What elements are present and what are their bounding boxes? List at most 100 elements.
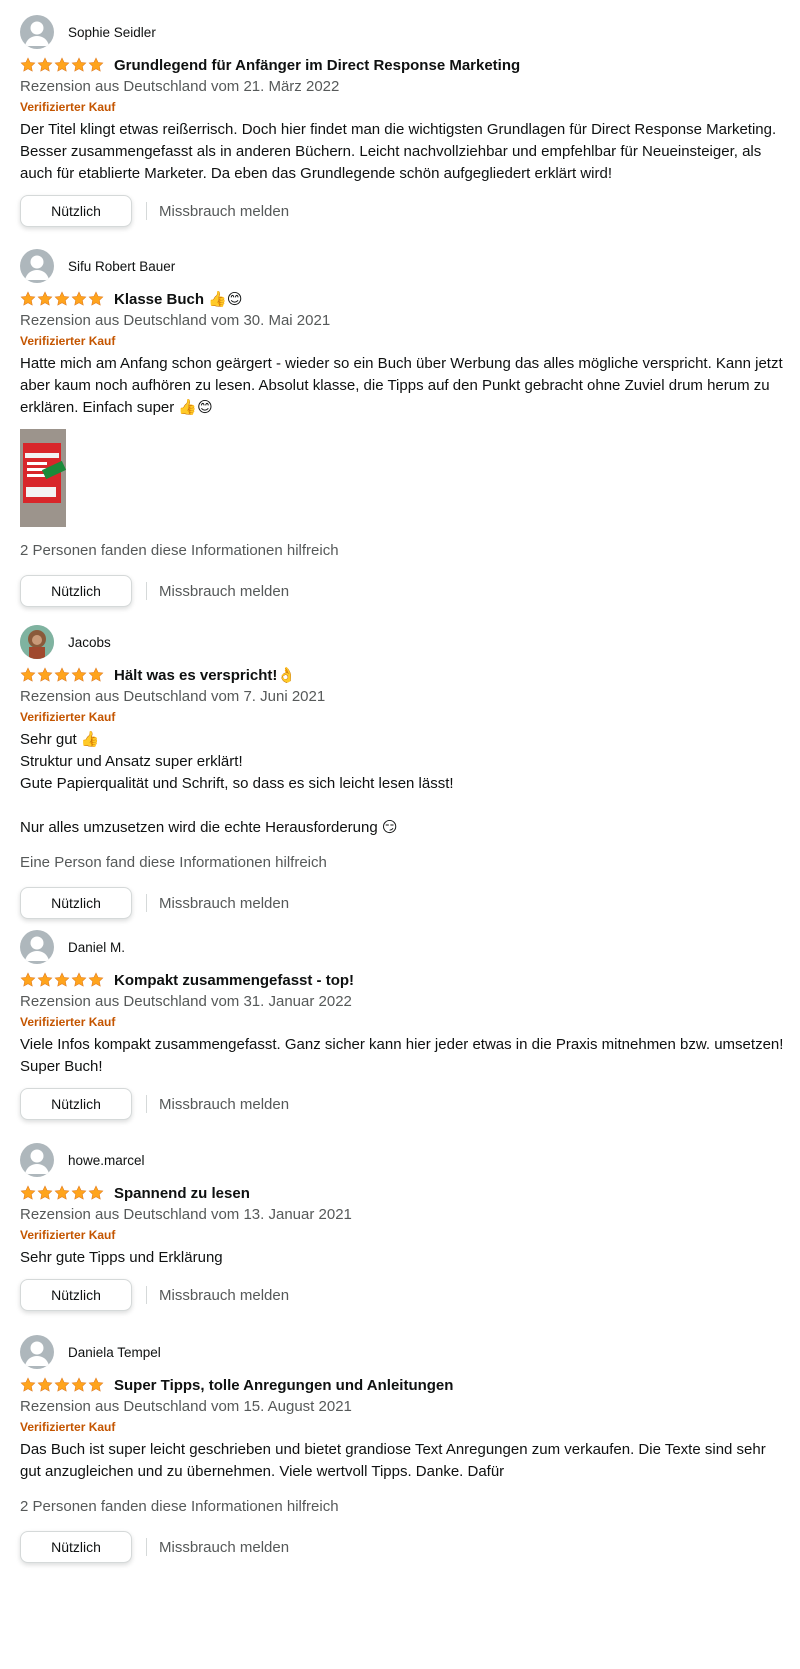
- helpful-button[interactable]: Nützlich: [20, 1531, 132, 1563]
- star-rating[interactable]: [20, 1377, 104, 1393]
- verified-purchase-badge[interactable]: Verifizierter Kauf: [20, 1014, 790, 1030]
- author-name[interactable]: Jacobs: [68, 635, 111, 650]
- rating-title-row: Super Tipps, tolle Anregungen und Anleit…: [20, 1374, 790, 1396]
- review-actions: Nützlich Missbrauch melden: [20, 1277, 790, 1313]
- star-icon: [20, 1377, 36, 1393]
- reviewer-profile[interactable]: howe.marcel: [20, 1142, 790, 1178]
- review-actions: Nützlich Missbrauch melden: [20, 193, 790, 229]
- review-date: Rezension aus Deutschland vom 15. August…: [20, 1398, 352, 1415]
- author-name[interactable]: Daniela Tempel: [68, 1345, 161, 1360]
- star-rating[interactable]: [20, 667, 104, 683]
- avatar-icon: [20, 249, 54, 283]
- helpful-button[interactable]: Nützlich: [20, 1279, 132, 1311]
- helpful-button[interactable]: Nützlich: [20, 887, 132, 919]
- helpful-button[interactable]: Nützlich: [20, 195, 132, 227]
- star-icon: [20, 972, 36, 988]
- review-actions: Nützlich Missbrauch melden: [20, 1529, 790, 1565]
- report-abuse-link[interactable]: Missbrauch melden: [159, 203, 289, 220]
- star-rating[interactable]: [20, 57, 104, 73]
- review-body-line: Gute Papierqualität und Schrift, so dass…: [20, 775, 454, 792]
- reviewer-profile[interactable]: Daniel M.: [20, 929, 790, 965]
- star-icon: [54, 57, 70, 73]
- review-date: Rezension aus Deutschland vom 13. Januar…: [20, 1206, 352, 1223]
- report-abuse-link[interactable]: Missbrauch melden: [159, 1287, 289, 1304]
- review-date: Rezension aus Deutschland vom 21. März 2…: [20, 78, 340, 95]
- star-icon: [71, 1185, 87, 1201]
- star-icon: [71, 667, 87, 683]
- report-abuse-link[interactable]: Missbrauch melden: [159, 583, 289, 600]
- avatar-icon: [20, 1143, 54, 1177]
- reviewer-profile[interactable]: Sifu Robert Bauer: [20, 248, 790, 284]
- verified-purchase-badge[interactable]: Verifizierter Kauf: [20, 333, 790, 349]
- author-name[interactable]: Sifu Robert Bauer: [68, 259, 175, 274]
- review-body: Viele Infos kompakt zusammengefasst. Gan…: [20, 1034, 790, 1078]
- star-icon: [54, 1185, 70, 1201]
- review-body-line: Viele Infos kompakt zusammengefasst. Gan…: [20, 1036, 784, 1075]
- verified-purchase-badge[interactable]: Verifizierter Kauf: [20, 709, 790, 725]
- reviewer-profile[interactable]: Daniela Tempel: [20, 1334, 790, 1370]
- helpful-count: Eine Person fand diese Informationen hil…: [20, 854, 327, 871]
- verified-purchase-badge[interactable]: Verifizierter Kauf: [20, 99, 790, 115]
- helpful-button[interactable]: Nützlich: [20, 1088, 132, 1120]
- star-icon: [20, 667, 36, 683]
- review-title[interactable]: Super Tipps, tolle Anregungen und Anleit…: [114, 1377, 453, 1394]
- star-icon: [71, 57, 87, 73]
- star-icon: [20, 1185, 36, 1201]
- star-icon: [88, 1377, 104, 1393]
- review-body-line: Struktur und Ansatz super erklärt!: [20, 753, 243, 770]
- verified-purchase-badge[interactable]: Verifizierter Kauf: [20, 1419, 790, 1435]
- review-title[interactable]: Kompakt zusammengefasst - top!: [114, 972, 354, 989]
- star-icon: [37, 1185, 53, 1201]
- review-item: Jacobs Hält was es verspricht!👌 Rezension …: [20, 624, 790, 921]
- review-item: Sophie Seidler Grundlegend für Anfänger i…: [20, 14, 790, 229]
- star-icon: [54, 291, 70, 307]
- rating-title-row: Hält was es verspricht!👌: [20, 664, 790, 686]
- review-item: Sifu Robert Bauer Klasse Buch 👍😊 Rezension…: [20, 248, 790, 609]
- star-icon: [88, 291, 104, 307]
- star-icon: [71, 1377, 87, 1393]
- report-abuse-link[interactable]: Missbrauch melden: [159, 895, 289, 912]
- review-title[interactable]: Klasse Buch 👍😊: [114, 290, 243, 308]
- star-rating[interactable]: [20, 1185, 104, 1201]
- divider: [146, 1095, 147, 1113]
- review-body-line: Nur alles umzusetzen wird die echte Hera…: [20, 819, 398, 836]
- verified-purchase-badge[interactable]: Verifizierter Kauf: [20, 1227, 790, 1243]
- review-date: Rezension aus Deutschland vom 31. Januar…: [20, 993, 352, 1010]
- reviewer-profile[interactable]: Jacobs: [20, 624, 790, 660]
- avatar-icon: [20, 930, 54, 964]
- star-icon: [37, 972, 53, 988]
- review-body-line: Das Buch ist super leicht geschrieben un…: [20, 1441, 766, 1480]
- review-body: Das Buch ist super leicht geschrieben un…: [20, 1439, 790, 1483]
- review-title[interactable]: Spannend zu lesen: [114, 1185, 250, 1202]
- star-rating[interactable]: [20, 972, 104, 988]
- review-body: Hatte mich am Anfang schon geärgert - wi…: [20, 353, 790, 419]
- star-icon: [88, 57, 104, 73]
- star-icon: [37, 291, 53, 307]
- helpful-button[interactable]: Nützlich: [20, 575, 132, 607]
- helpful-count: 2 Personen fanden diese Informationen hi…: [20, 1498, 339, 1515]
- star-icon: [37, 57, 53, 73]
- star-icon: [54, 1377, 70, 1393]
- review-body-line: Sehr gut 👍: [20, 731, 100, 748]
- report-abuse-link[interactable]: Missbrauch melden: [159, 1539, 289, 1556]
- divider: [146, 1286, 147, 1304]
- star-icon: [71, 972, 87, 988]
- review-body: Sehr gute Tipps und Erklärung: [20, 1247, 790, 1269]
- author-name[interactable]: Daniel M.: [68, 940, 125, 955]
- review-title[interactable]: Hält was es verspricht!👌: [114, 666, 296, 684]
- review-body-line: Der Titel klingt etwas reißerrisch. Doch…: [20, 121, 777, 182]
- star-icon: [20, 291, 36, 307]
- review-actions: Nützlich Missbrauch melden: [20, 573, 790, 609]
- author-name[interactable]: Sophie Seidler: [68, 25, 156, 40]
- author-name[interactable]: howe.marcel: [68, 1153, 145, 1168]
- review-body-line: Hatte mich am Anfang schon geärgert - wi…: [20, 355, 783, 416]
- review-item: Daniela Tempel Super Tipps, tolle Anregun…: [20, 1334, 790, 1565]
- report-abuse-link[interactable]: Missbrauch melden: [159, 1096, 289, 1113]
- star-rating[interactable]: [20, 291, 104, 307]
- divider: [146, 202, 147, 220]
- review-image[interactable]: [20, 429, 66, 527]
- review-item: Daniel M. Kompakt zusammengefasst - top! R…: [20, 929, 790, 1122]
- reviewer-profile[interactable]: Sophie Seidler: [20, 14, 790, 50]
- review-title[interactable]: Grundlegend für Anfänger im Direct Respo…: [114, 57, 520, 74]
